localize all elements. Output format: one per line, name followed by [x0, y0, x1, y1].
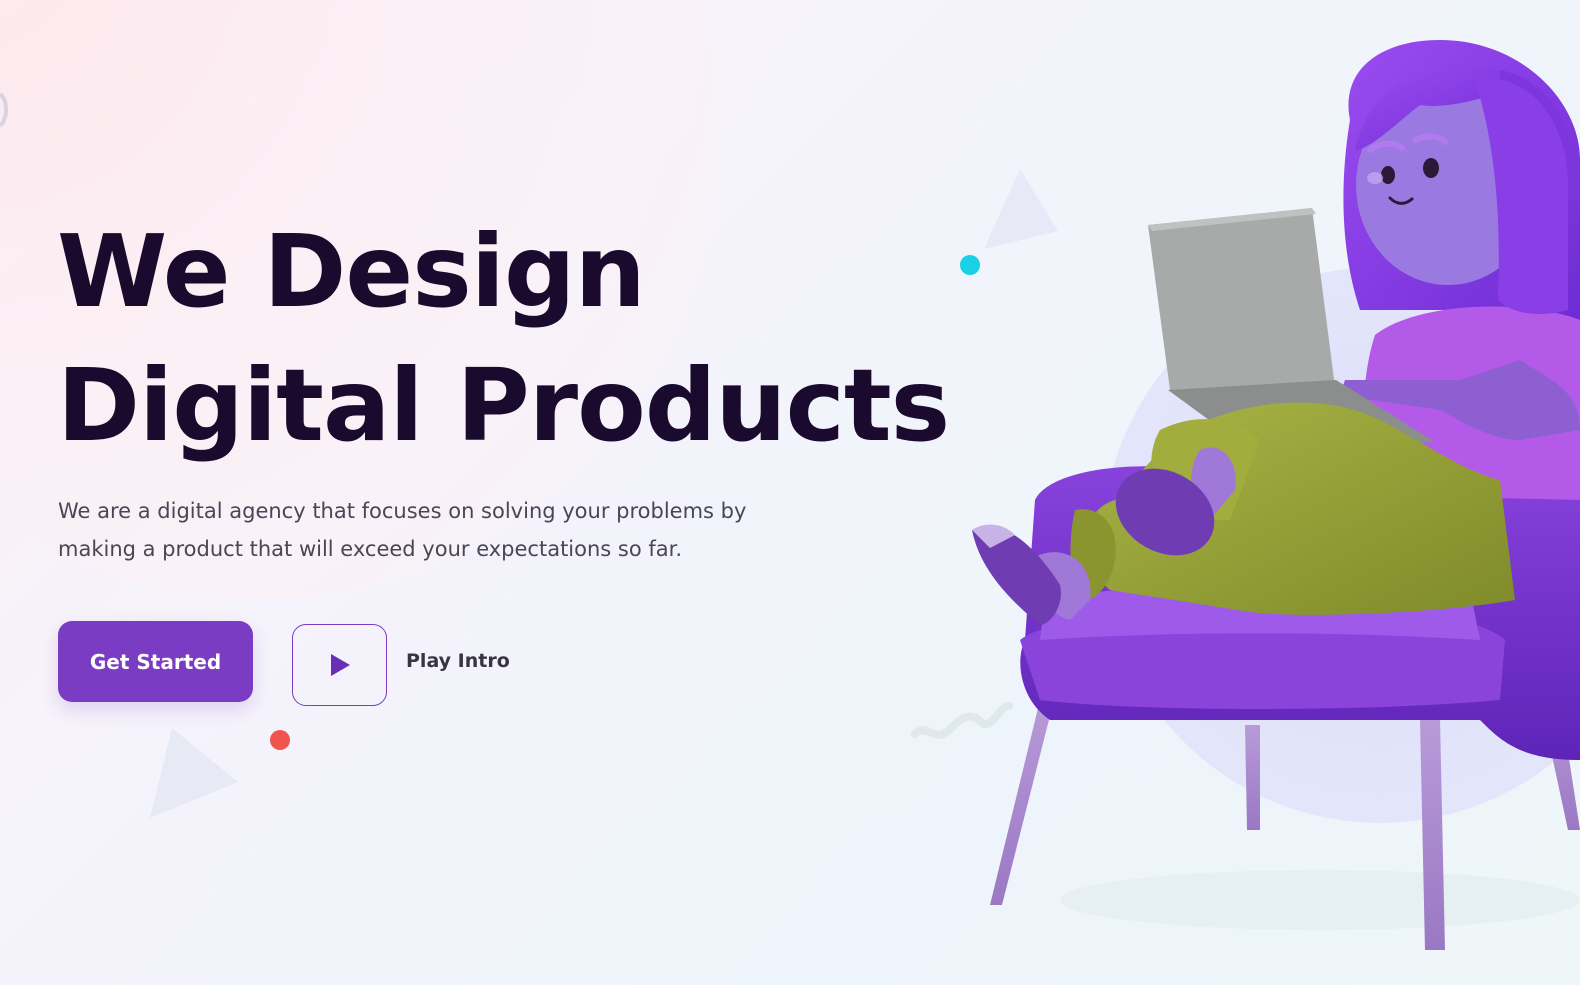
edge-curve-decoration: [0, 92, 8, 128]
play-icon: [330, 654, 350, 676]
play-intro-button[interactable]: [292, 624, 387, 706]
headline-line-2: Digital Products: [57, 347, 950, 464]
character-illustration: [972, 40, 1580, 950]
get-started-button[interactable]: Get Started: [58, 621, 253, 702]
hero-section: We Design Digital Products We are a digi…: [0, 0, 1580, 985]
red-dot: [270, 730, 290, 750]
hero-headline: We Design Digital Products: [57, 205, 950, 473]
triangle-decoration-bottom: [150, 728, 238, 818]
headline-line-1: We Design: [57, 213, 646, 330]
play-intro-label[interactable]: Play Intro: [406, 650, 510, 672]
hero-subtitle: We are a digital agency that focuses on …: [58, 499, 747, 561]
